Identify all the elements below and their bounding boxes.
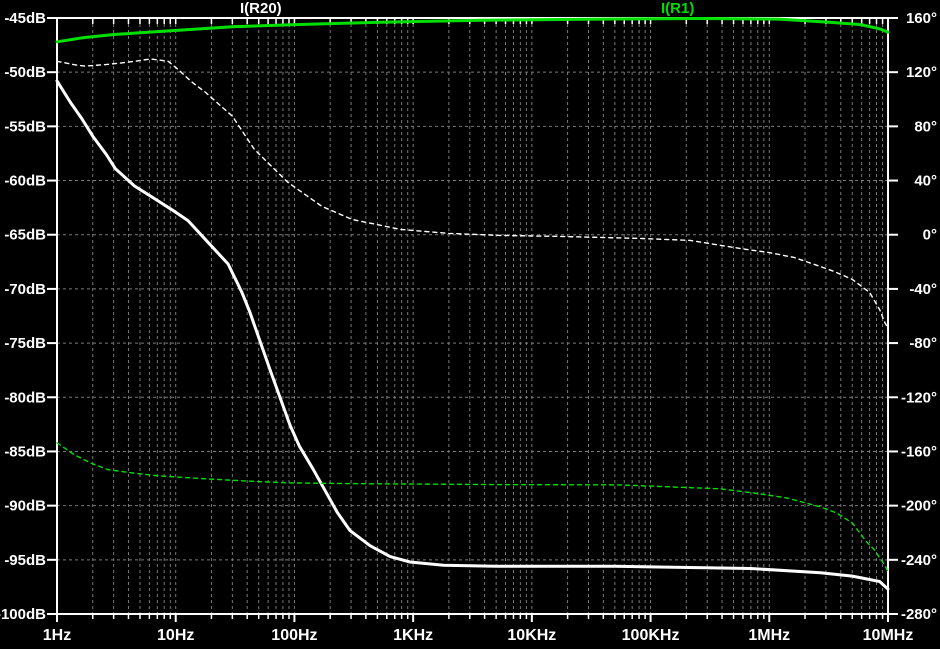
x-axis-label: 1Hz bbox=[43, 627, 71, 644]
x-axis-label: 10MHz bbox=[863, 627, 914, 644]
right-axis-label: -80° bbox=[909, 335, 937, 352]
plot-frame bbox=[56, 17, 889, 615]
x-axis-label: 100KHz bbox=[622, 627, 680, 644]
trace-label-ir1[interactable]: I(R1) bbox=[661, 0, 694, 17]
x-axis-label: 10KHz bbox=[507, 627, 556, 644]
trace-i-r20-magnitude[interactable] bbox=[55, 79, 890, 591]
left-axis-label: -60dB bbox=[4, 173, 46, 190]
left-axis-label: -80dB bbox=[4, 389, 46, 406]
left-axis-label: -85dB bbox=[4, 443, 46, 460]
left-axis-label: -95dB bbox=[4, 552, 46, 569]
right-axis-label: -280° bbox=[901, 606, 937, 623]
right-axis-label: 160° bbox=[906, 10, 937, 27]
left-axis-label: -55dB bbox=[4, 118, 46, 135]
right-axis-label: -40° bbox=[909, 281, 937, 298]
x-axis-label: 10Hz bbox=[157, 627, 194, 644]
right-axis-label: -120° bbox=[901, 389, 937, 406]
left-axis-label: -70dB bbox=[4, 281, 46, 298]
left-axis-label: -75dB bbox=[4, 335, 46, 352]
plot-area[interactable]: -45dB -50dB -55dB -60dB -65dB -70dB -75dB -80dB… bbox=[0, 0, 940, 649]
right-axis-label: 0° bbox=[923, 227, 937, 244]
waveform-viewer: -45dB -50dB -55dB -60dB -65dB -70dB -75dB -80dB… bbox=[0, 0, 940, 649]
right-axis-label: 120° bbox=[906, 64, 937, 81]
x-axis-label: 100Hz bbox=[271, 627, 317, 644]
left-axis-label: -90dB bbox=[4, 498, 46, 515]
right-axis-label: -240° bbox=[901, 552, 937, 569]
left-axis-label: -45dB bbox=[4, 10, 46, 27]
trace-label-ir20[interactable]: I(R20) bbox=[240, 0, 282, 17]
right-axis-label: -160° bbox=[901, 443, 937, 460]
right-axis-label: 40° bbox=[914, 173, 937, 190]
trace-i-r1-phase[interactable] bbox=[56, 442, 889, 573]
x-axis-label: 1MHz bbox=[748, 627, 790, 644]
trace-i-r20-phase[interactable] bbox=[56, 58, 889, 329]
right-axis-label: -200° bbox=[901, 498, 937, 515]
left-axis-label: -100dB bbox=[0, 606, 46, 623]
left-axis-label: -50dB bbox=[4, 64, 46, 81]
right-axis-label: 80° bbox=[914, 118, 937, 135]
left-axis-label: -65dB bbox=[4, 227, 46, 244]
x-axis-label: 1KHz bbox=[393, 627, 433, 644]
